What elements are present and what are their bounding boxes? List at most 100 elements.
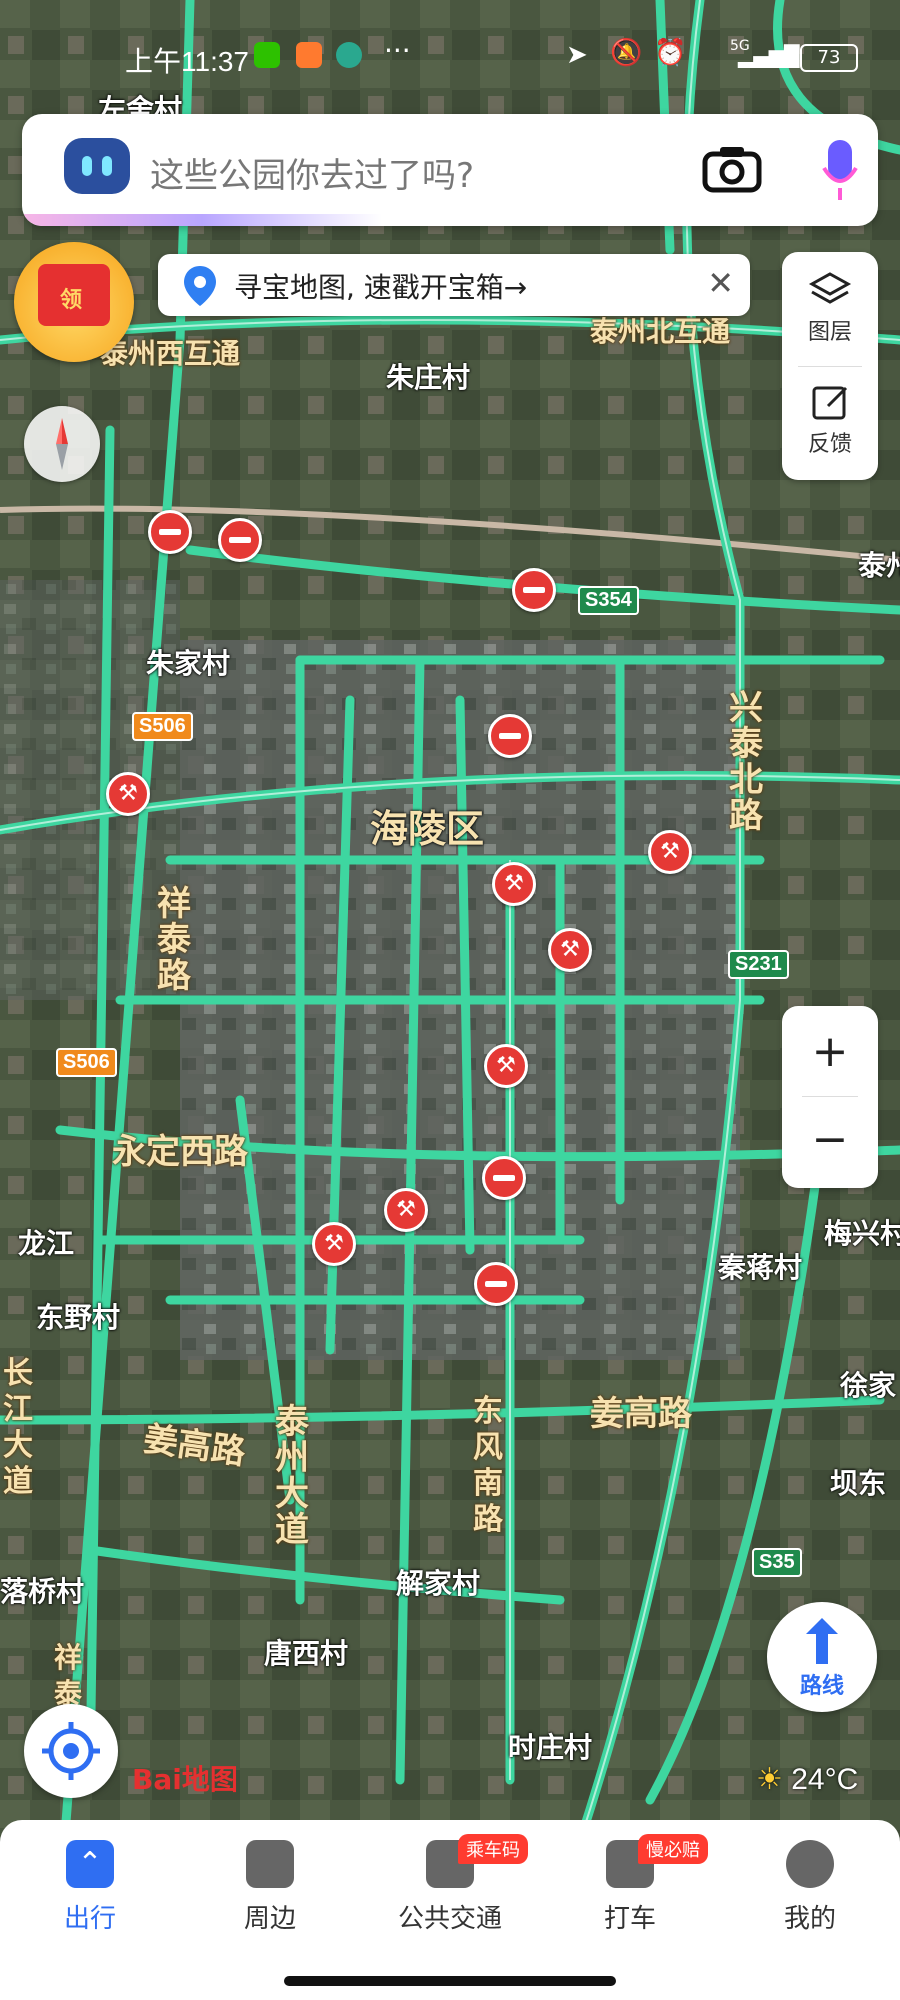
tab-profile[interactable]: 我的	[720, 1840, 900, 1935]
divider	[802, 1096, 858, 1097]
location-pin-icon	[184, 266, 216, 306]
interchange-label: 泰州北互通	[590, 315, 731, 348]
place-label: 朱庄村	[386, 361, 471, 394]
tab-transit[interactable]: 公共交通 乘车码	[360, 1834, 540, 1935]
home-indicator[interactable]	[284, 1976, 616, 1986]
feedback-label: 反馈	[807, 432, 852, 457]
place-label: 龙江	[18, 1227, 75, 1260]
road-work-icon[interactable]: ⚒	[484, 1044, 528, 1088]
tab-nearby[interactable]: 周边	[180, 1840, 360, 1935]
road-label-xingtai: 兴泰北路	[729, 688, 763, 836]
road-work-icon[interactable]: ⚒	[492, 862, 536, 906]
status-time: 上午11:37	[125, 46, 249, 77]
road-closed-icon[interactable]	[488, 714, 532, 758]
highway-shield: S506	[56, 1048, 117, 1077]
tab-taxi[interactable]: 打车 慢必赔	[540, 1834, 720, 1935]
feedback-button[interactable]: 反馈	[782, 382, 878, 458]
route-label: 路线	[799, 1674, 844, 1699]
place-label: 时庄村	[508, 1731, 593, 1764]
weather-widget[interactable]: ☀ 24°C	[756, 1762, 858, 1797]
treasure-banner[interactable]: 寻宝地图, 速戳开宝箱→ ✕	[158, 254, 750, 316]
tab-label: 打车	[603, 1904, 656, 1934]
road-closed-icon[interactable]	[474, 1262, 518, 1306]
road-closed-icon[interactable]	[512, 568, 556, 612]
more-icon: ···	[384, 34, 411, 67]
road-label-jianggao-east: 姜高路	[590, 1394, 692, 1434]
road-work-icon[interactable]: ⚒	[548, 928, 592, 972]
locate-button[interactable]	[24, 1704, 118, 1798]
sun-icon: ☀	[756, 1763, 783, 1796]
compass-button[interactable]	[24, 406, 100, 482]
feedback-icon	[812, 386, 848, 420]
close-icon[interactable]: ✕	[707, 264, 734, 302]
red-envelope-button[interactable]: 领	[14, 242, 134, 362]
highway-shield: S35	[752, 1548, 802, 1577]
road-label-xiangtai: 祥泰路	[157, 884, 191, 996]
road-closed-icon[interactable]	[218, 518, 262, 562]
nearby-icon	[246, 1840, 294, 1888]
road-closed-icon[interactable]	[482, 1156, 526, 1200]
road-work-icon[interactable]: ⚒	[384, 1188, 428, 1232]
zoom-out-button[interactable]: −	[782, 1114, 878, 1165]
road-label-changjiang: 长江大道	[3, 1356, 33, 1499]
map-tools-panel: 图层 反馈	[782, 252, 878, 480]
place-label: 梅兴村	[824, 1217, 900, 1250]
layers-button[interactable]: 图层	[782, 270, 878, 346]
highway-shield: S506	[132, 712, 193, 741]
place-label: 解家村	[396, 1567, 481, 1600]
district-label: 海陵区	[370, 807, 485, 851]
tab-badge: 乘车码	[458, 1834, 528, 1864]
banner-text[interactable]: 寻宝地图, 速戳开宝箱→	[234, 266, 527, 306]
layers-label: 图层	[807, 320, 852, 345]
compass-icon	[56, 418, 68, 470]
road-work-icon[interactable]: ⚒	[106, 772, 150, 816]
highway-shield: S231	[728, 950, 789, 979]
zoom-in-button[interactable]: +	[782, 1026, 878, 1077]
profile-icon	[786, 1840, 834, 1888]
battery-icon: 73	[800, 44, 858, 72]
tab-label: 公共交通	[397, 1904, 502, 1934]
location-icon: ➤	[566, 40, 588, 70]
road-closed-icon[interactable]	[148, 510, 192, 554]
place-label: 徐家	[840, 1369, 897, 1402]
tab-label: 周边	[243, 1904, 296, 1934]
place-label: 东野村	[36, 1301, 121, 1334]
alarm-icon: ⏰	[654, 38, 687, 68]
tab-label: 我的	[783, 1904, 836, 1934]
divider	[798, 366, 862, 367]
app-icon	[296, 42, 322, 68]
locate-icon	[42, 1722, 100, 1780]
temperature: 24°C	[791, 1763, 859, 1796]
baidu-map-logo: Bai地图	[132, 1763, 238, 1796]
tab-badge: 慢必赔	[638, 1834, 708, 1864]
place-label: 唐西村	[264, 1637, 349, 1670]
road-label-yongding: 永定西路	[112, 1132, 248, 1172]
route-arrow-icon	[806, 1618, 838, 1664]
road-work-icon[interactable]: ⚒	[312, 1222, 356, 1266]
app-icon	[336, 42, 362, 68]
search-placeholder[interactable]: 这些公园你去过了吗?	[150, 148, 474, 197]
road-label-xiangtai-south: 祥泰	[53, 1641, 82, 1710]
search-glow	[22, 214, 382, 226]
zoom-control: + −	[782, 1006, 878, 1188]
road-work-icon[interactable]: ⚒	[648, 830, 692, 874]
place-label: 秦蒋村	[718, 1251, 803, 1284]
place-label: 泰州	[858, 549, 900, 582]
tab-travel[interactable]: ⌃ 出行	[0, 1840, 180, 1935]
road-label-dongfeng: 东风南路	[473, 1394, 503, 1537]
layers-icon	[808, 272, 852, 304]
place-label: 落桥村	[0, 1575, 85, 1608]
search-bar[interactable]: 这些公园你去过了吗?	[22, 114, 878, 226]
tab-label: 出行	[63, 1904, 116, 1934]
highway-shield: S354	[578, 586, 639, 615]
status-bar: 上午11:37 ··· ➤ 🔕 ⏰ 5G ▂▄▆█ 73	[0, 0, 900, 110]
place-label: 坝东	[830, 1467, 887, 1500]
microphone-icon[interactable]	[822, 138, 858, 202]
signal-icon: ▂▄▆█	[738, 44, 800, 68]
road-label-taizhou-avenue: 泰州大道	[275, 1402, 309, 1550]
camera-icon[interactable]	[702, 144, 762, 194]
route-button[interactable]: 路线	[767, 1602, 877, 1712]
assistant-robot-icon[interactable]	[64, 138, 130, 194]
travel-icon: ⌃	[66, 1840, 114, 1888]
mute-icon: 🔕	[610, 38, 643, 68]
